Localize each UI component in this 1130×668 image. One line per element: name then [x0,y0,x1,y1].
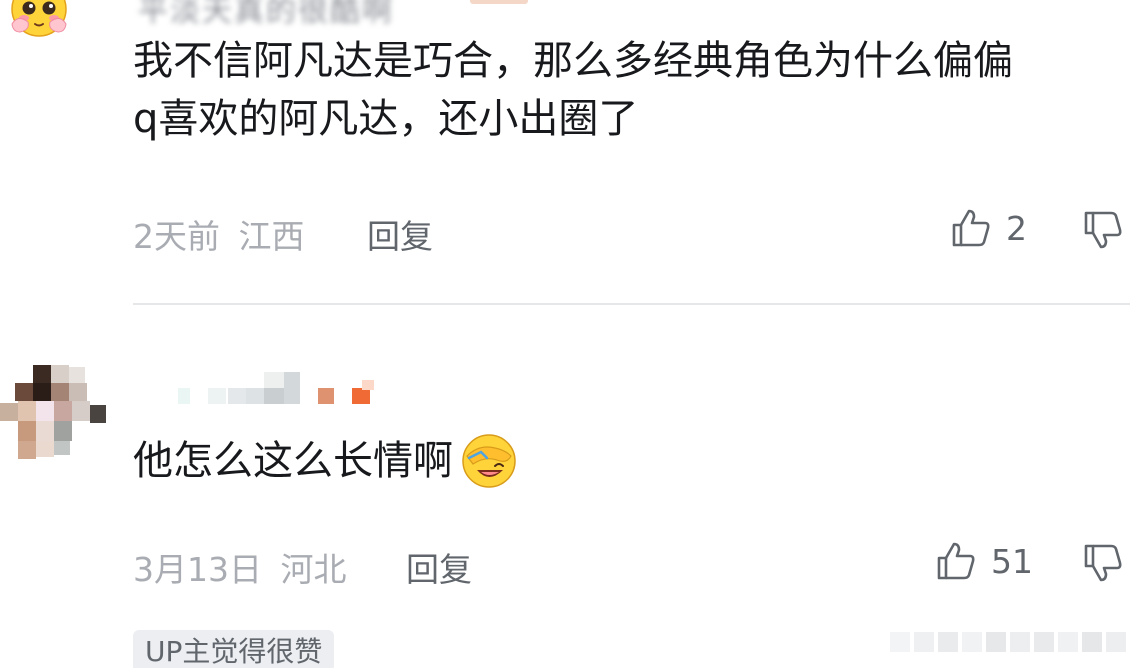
user-level-badge [470,0,528,4]
comment-section: 平淡天真的很酷啊 我不信阿凡达是巧合，那么多经典角色为什么偏偏 q喜欢的阿凡达，… [0,0,1130,668]
comment-divider [133,303,1130,305]
comment-meta: 3月13日 河北 [133,543,347,591]
comment-time: 3月13日 [133,550,262,589]
thumbs-down-icon[interactable] [1082,542,1126,584]
up-liked-badge: UP主觉得很赞 [133,630,335,668]
comment-text-line-1: 我不信阿凡达是巧合，那么多经典角色为什么偏偏 [133,38,1013,84]
comment-text: 我不信阿凡达是巧合，那么多经典角色为什么偏偏 q喜欢的阿凡达，还小出圈了 [133,32,1013,148]
comment-text: 他怎么这么长情啊 [133,432,519,493]
redacted-watermark [890,632,1126,652]
comment-text-content: 他怎么这么长情啊 [133,438,453,484]
reply-button[interactable]: 回复 [406,543,472,591]
comment-location: 河北 [280,550,347,589]
comment-location: 江西 [238,217,305,256]
like-button[interactable]: 51 [935,540,1033,582]
comment-text-line-2: q喜欢的阿凡达，还小出圈了 [133,96,639,142]
like-count: 51 [991,541,1033,581]
laughing-facepalm-emoji-icon [462,434,516,488]
blushing-emoji-icon[interactable] [8,0,70,40]
comment-meta: 2天前 江西 [133,210,305,258]
comment-time: 2天前 [133,217,220,256]
thumbs-down-icon[interactable] [1082,209,1126,251]
like-button[interactable]: 2 [950,207,1027,249]
username[interactable]: 平淡天真的很酷啊 [138,0,394,30]
thumbs-up-icon [937,542,975,580]
thumbs-up-icon [952,209,990,247]
like-count: 2 [1006,208,1027,248]
avatar[interactable] [0,365,110,460]
reply-button[interactable]: 回复 [367,210,433,258]
username-redacted[interactable] [178,372,388,406]
